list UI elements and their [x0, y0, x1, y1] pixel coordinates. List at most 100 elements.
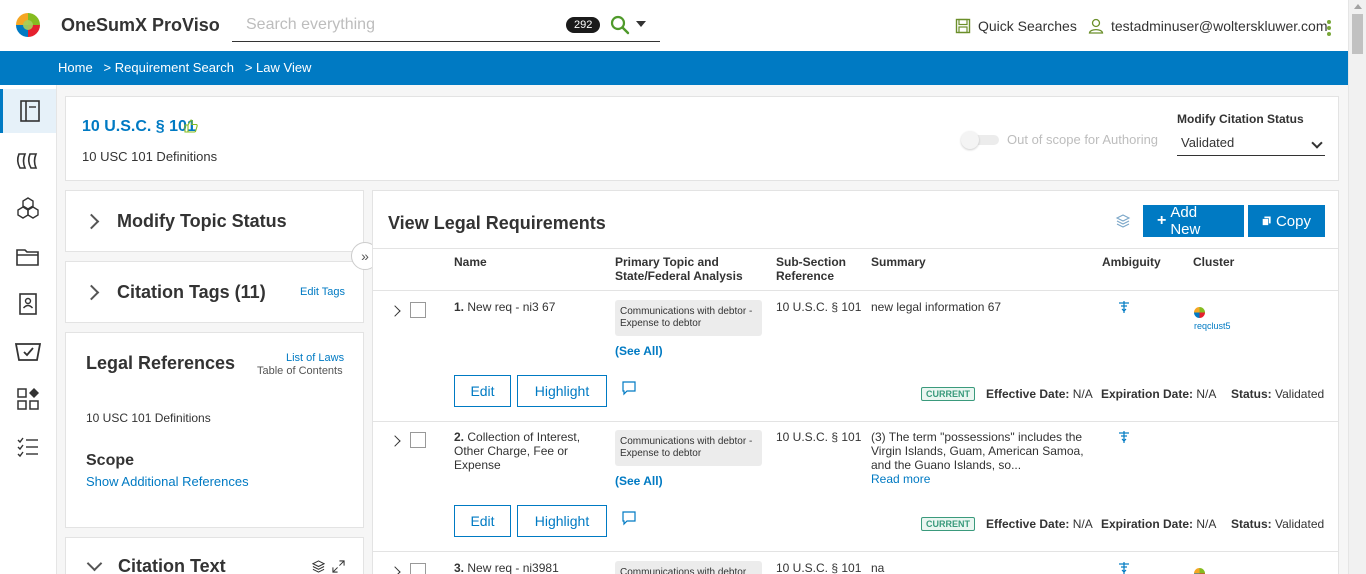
primary-topic-chip: Communications with debtor — [615, 561, 762, 574]
app-title[interactable]: OneSumX ProViso — [61, 15, 220, 36]
read-more-link[interactable]: Read more — [871, 472, 1093, 486]
subsection-reference: 10 U.S.C. § 101 — [776, 300, 862, 314]
nav-cubes[interactable] — [0, 186, 56, 230]
show-additional-references-link[interactable]: Show Additional References — [86, 474, 249, 489]
see-all-link[interactable]: (See All) — [615, 474, 663, 488]
edit-button[interactable]: Edit — [454, 375, 511, 407]
thumbs-up-icon[interactable] — [184, 119, 198, 133]
summary-text: (3) The term "possessions" includes the … — [871, 430, 1093, 486]
status-value: Validated — [1275, 517, 1325, 531]
definitions-reference: 10 USC 101 Definitions — [86, 411, 211, 425]
nav-components[interactable] — [0, 377, 56, 421]
effective-date: Effective Date: N/A — [986, 387, 1093, 401]
expand-row-icon[interactable] — [389, 435, 401, 447]
chevron-right-icon[interactable] — [83, 213, 100, 230]
ambiguity-icon[interactable] — [1117, 300, 1131, 314]
requirement-name-text: Collection of Interest, Other Charge, Fe… — [454, 430, 581, 472]
citation-text-panel[interactable]: Citation Text — [65, 537, 364, 574]
requirement-name[interactable]: 2. Collection of Interest, Other Charge,… — [454, 430, 594, 472]
more-options-icon[interactable] — [1327, 20, 1333, 36]
list-of-laws-link[interactable]: List of Laws — [286, 352, 344, 364]
breadcrumb-requirement-search[interactable]: Requirement Search — [115, 60, 234, 75]
search-icon[interactable] — [610, 15, 630, 35]
requirement-name-text: New req - ni3981 — [467, 561, 559, 574]
search-options-caret-icon[interactable] — [636, 21, 646, 27]
modify-topic-status-title[interactable]: Modify Topic Status — [117, 211, 287, 232]
expand-row-icon[interactable] — [389, 305, 401, 317]
breadcrumb-law-view: Law View — [256, 60, 312, 75]
comment-icon[interactable] — [621, 380, 637, 396]
primary-topic-chip: Communications with debtor - Expense to … — [615, 430, 762, 466]
nav-quotes[interactable] — [0, 139, 56, 183]
expiration-date-value: N/A — [1196, 387, 1217, 401]
breadcrumb-separator — [93, 60, 104, 75]
nav-law-view[interactable] — [0, 89, 56, 133]
expand-icon[interactable] — [332, 560, 345, 573]
breadcrumb-home[interactable]: Home — [58, 60, 93, 75]
highlight-button[interactable]: Highlight — [517, 505, 607, 537]
ambiguity-icon[interactable] — [1117, 430, 1131, 444]
search-input[interactable] — [246, 16, 546, 34]
column-subsection[interactable]: Sub-Section Reference — [776, 255, 856, 283]
nav-folder[interactable] — [0, 235, 56, 279]
user-email: testadminuser@wolterskluwer.com — [1111, 18, 1328, 34]
chevron-right-icon[interactable] — [83, 284, 100, 301]
citation-status-select[interactable]: Validated — [1177, 130, 1325, 156]
table-row: 1. New req - ni3 67 Communications with … — [373, 291, 1338, 422]
scroll-thumb[interactable] — [1352, 14, 1363, 54]
status-label: Status: — [1231, 517, 1272, 531]
row-checkbox[interactable] — [410, 432, 426, 448]
column-primary-topic[interactable]: Primary Topic and State/Federal Analysis — [615, 255, 755, 283]
legal-requirements-panel: View Legal Requirements + Add New Copy N… — [372, 190, 1339, 574]
page-scrollbar[interactable] — [1348, 0, 1366, 574]
row-number: 2. — [454, 430, 465, 444]
modify-topic-status-panel[interactable]: Modify Topic Status — [65, 190, 364, 252]
column-cluster[interactable]: Cluster — [1193, 255, 1234, 269]
effective-date-value: N/A — [1072, 387, 1093, 401]
nav-checklist[interactable] — [0, 425, 56, 469]
cubes-icon — [17, 197, 39, 219]
edit-button[interactable]: Edit — [454, 505, 511, 537]
column-summary[interactable]: Summary — [871, 255, 926, 269]
breadcrumb-separator: > — [244, 60, 253, 75]
table-of-contents-link[interactable]: Table of Contents — [257, 365, 343, 377]
row-checkbox[interactable] — [410, 302, 426, 318]
user-menu[interactable]: testadminuser@wolterskluwer.com — [1088, 18, 1328, 34]
column-ambiguity[interactable]: Ambiguity — [1102, 255, 1161, 269]
app-logo[interactable] — [16, 13, 40, 37]
requirement-name[interactable]: 3. New req - ni3981 — [454, 561, 594, 574]
expand-row-icon[interactable] — [389, 566, 401, 574]
citation-title[interactable]: 10 U.S.C. § 101 — [82, 118, 196, 136]
nav-assignment[interactable] — [0, 282, 56, 326]
cluster-link[interactable]: reqclust5 — [1194, 321, 1231, 331]
column-name[interactable]: Name — [454, 255, 487, 269]
copy-button[interactable]: Copy — [1248, 205, 1325, 237]
nav-review[interactable] — [0, 330, 56, 374]
layers-icon[interactable] — [1115, 213, 1131, 229]
requirement-name[interactable]: 1. New req - ni3 67 — [454, 300, 594, 314]
edit-tags-link[interactable]: Edit Tags — [300, 286, 345, 298]
scroll-up-arrow-icon[interactable] — [1354, 4, 1362, 9]
citation-tags-panel[interactable]: Citation Tags (11) Edit Tags — [65, 261, 364, 323]
comment-icon[interactable] — [621, 510, 637, 526]
see-all-link[interactable]: (See All) — [615, 344, 663, 358]
breadcrumb-separator — [234, 60, 245, 75]
summary-content: new legal information 67 — [871, 300, 1002, 314]
folder-icon — [16, 249, 39, 266]
shapes-icon — [17, 388, 39, 410]
highlight-button[interactable]: Highlight — [517, 375, 607, 407]
expiration-date-label: Expiration Date: — [1101, 387, 1194, 401]
citation-tags-title[interactable]: Citation Tags (11) — [117, 282, 266, 303]
summary-content: na — [871, 561, 885, 574]
scope-heading: Scope — [86, 452, 135, 469]
ambiguity-icon[interactable] — [1117, 561, 1131, 574]
checked-folder-icon — [15, 343, 41, 361]
quick-searches-button[interactable]: Quick Searches — [955, 18, 1077, 34]
chevron-down-icon[interactable] — [86, 555, 103, 572]
out-of-scope-toggle[interactable] — [961, 131, 999, 149]
add-new-button[interactable]: + Add New — [1143, 204, 1244, 238]
row-checkbox[interactable] — [410, 563, 426, 574]
layers-icon[interactable] — [312, 560, 325, 573]
effective-date: Effective Date: N/A — [986, 517, 1093, 531]
citation-text-title[interactable]: Citation Text — [118, 556, 226, 574]
